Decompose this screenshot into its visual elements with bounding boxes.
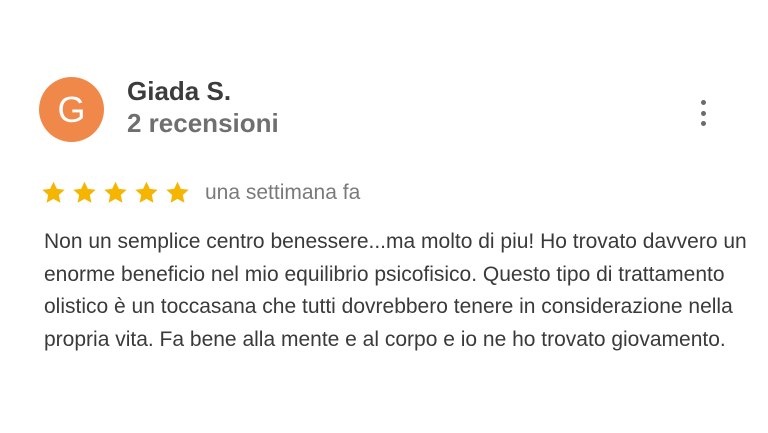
avatar-initial: G: [57, 88, 86, 130]
star-icon: [71, 180, 98, 206]
more-vert-icon-dot: [700, 110, 706, 116]
author-name[interactable]: Giada S.: [127, 76, 231, 107]
more-vert-icon-dot: [700, 121, 706, 126]
author-review-count[interactable]: 2 recensioni: [127, 108, 279, 139]
rating-row: una settimana fa: [40, 176, 360, 210]
review-text: Non un semplice centro benessere...ma mo…: [44, 230, 747, 351]
more-options-button[interactable]: [690, 98, 716, 128]
star-icon: [102, 180, 129, 206]
star-icon: [133, 180, 160, 206]
star-icon: [164, 180, 191, 206]
star-icon: [40, 180, 67, 206]
more-vert-icon: [700, 100, 706, 105]
review-date: una settimana fa: [205, 181, 361, 204]
avatar[interactable]: G: [39, 77, 104, 142]
star-rating: [40, 180, 195, 206]
